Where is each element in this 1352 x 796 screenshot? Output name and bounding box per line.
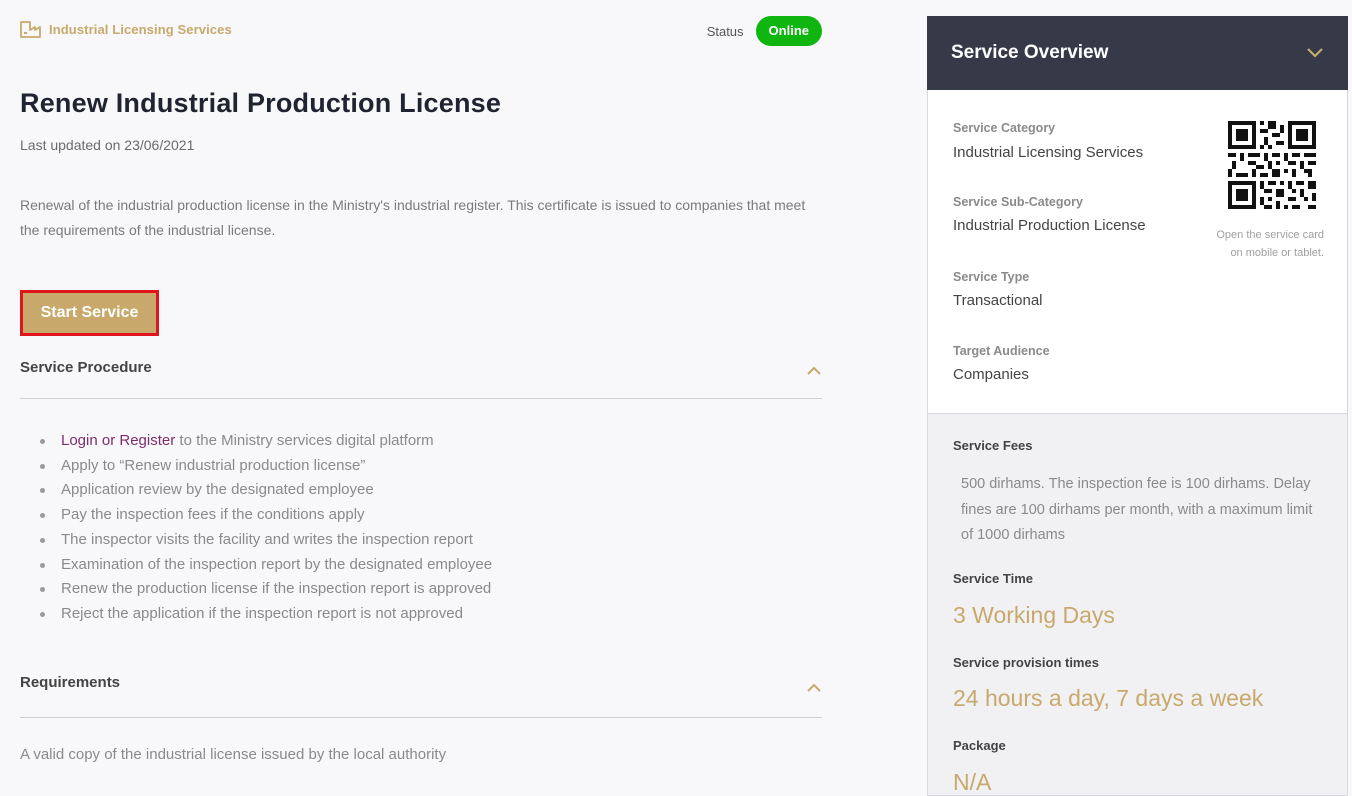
overview-details: Service Category Industrial Licensing Se… xyxy=(927,90,1348,414)
service-procedure-header[interactable]: Service Procedure xyxy=(20,359,822,399)
list-item: Application review by the designated emp… xyxy=(40,478,492,503)
panel-title: Service Overview xyxy=(951,42,1109,63)
list-item: The inspector visits the facility and wr… xyxy=(40,528,492,553)
list-item: Pay the inspection fees if the condition… xyxy=(40,503,492,528)
list-item: Login or Register to the Ministry servic… xyxy=(40,429,492,454)
section-title: Service Procedure xyxy=(20,359,152,376)
service-fees-value: 500 dirhams. The inspection fee is 100 d… xyxy=(961,476,1313,543)
service-type-label: Service Type xyxy=(953,270,1030,284)
service-type-value: Transactional xyxy=(953,292,1043,309)
requirement-item: A valid copy of the industrial license i… xyxy=(20,746,447,763)
service-provision-value: 24 hours a day, 7 days a week xyxy=(953,685,1264,711)
list-item: Reject the application if the inspection… xyxy=(40,602,492,627)
top-bar: Industrial Licensing Services Status Onl… xyxy=(20,16,822,46)
service-overview-panel: Service Overview Service Category Indust… xyxy=(927,16,1348,796)
section-title: Requirements xyxy=(20,674,121,691)
procedure-list: Login or Register to the Ministry servic… xyxy=(40,429,492,627)
requirements-header[interactable]: Requirements xyxy=(20,674,822,718)
list-item-text: to the Ministry services digital platfor… xyxy=(175,432,434,449)
service-overview-header[interactable]: Service Overview xyxy=(927,16,1348,90)
breadcrumb-label[interactable]: Industrial Licensing Services xyxy=(49,22,232,37)
status-label: Status xyxy=(706,23,744,39)
start-service-button[interactable]: Start Service xyxy=(20,290,159,336)
service-fees-label: Service Fees xyxy=(953,438,1033,453)
factory-icon xyxy=(20,20,41,38)
service-description: Renewal of the industrial production lic… xyxy=(20,197,806,238)
chevron-up-icon[interactable] xyxy=(806,680,822,694)
status-badge: Online xyxy=(755,16,822,46)
package-label: Package xyxy=(953,738,1006,753)
target-audience-label: Target Audience xyxy=(953,344,1050,358)
service-category-value: Industrial Licensing Services xyxy=(953,144,1144,161)
service-subcategory-label: Service Sub-Category xyxy=(953,195,1083,209)
service-provision-label: Service provision times xyxy=(953,655,1099,670)
service-category-label: Service Category xyxy=(953,121,1056,135)
chevron-up-icon[interactable] xyxy=(806,363,822,377)
service-time-value: 3 Working Days xyxy=(953,602,1115,628)
overview-fees-times: Service Fees 500 dirhams. The inspection… xyxy=(927,414,1348,796)
last-updated: Last updated on 23/06/2021 xyxy=(20,137,195,153)
chevron-down-icon[interactable] xyxy=(1306,46,1324,60)
package-value: N/A xyxy=(953,769,992,795)
login-register-link[interactable]: Login or Register xyxy=(61,432,175,449)
page-title: Renew Industrial Production License xyxy=(20,88,502,118)
breadcrumb[interactable]: Industrial Licensing Services xyxy=(20,20,232,38)
list-item: Apply to “Renew industrial production li… xyxy=(40,454,492,479)
list-item: Examination of the inspection report by … xyxy=(40,553,492,578)
status-indicator: Status Online xyxy=(707,16,822,46)
qr-caption: Open the service card on mobile or table… xyxy=(1216,229,1324,259)
qr-code-icon[interactable] xyxy=(1228,121,1316,209)
target-audience-value: Companies xyxy=(953,366,1029,383)
list-item: Renew the production license if the insp… xyxy=(40,577,492,602)
service-time-label: Service Time xyxy=(953,571,1033,586)
service-subcategory-value: Industrial Production License xyxy=(953,217,1146,234)
